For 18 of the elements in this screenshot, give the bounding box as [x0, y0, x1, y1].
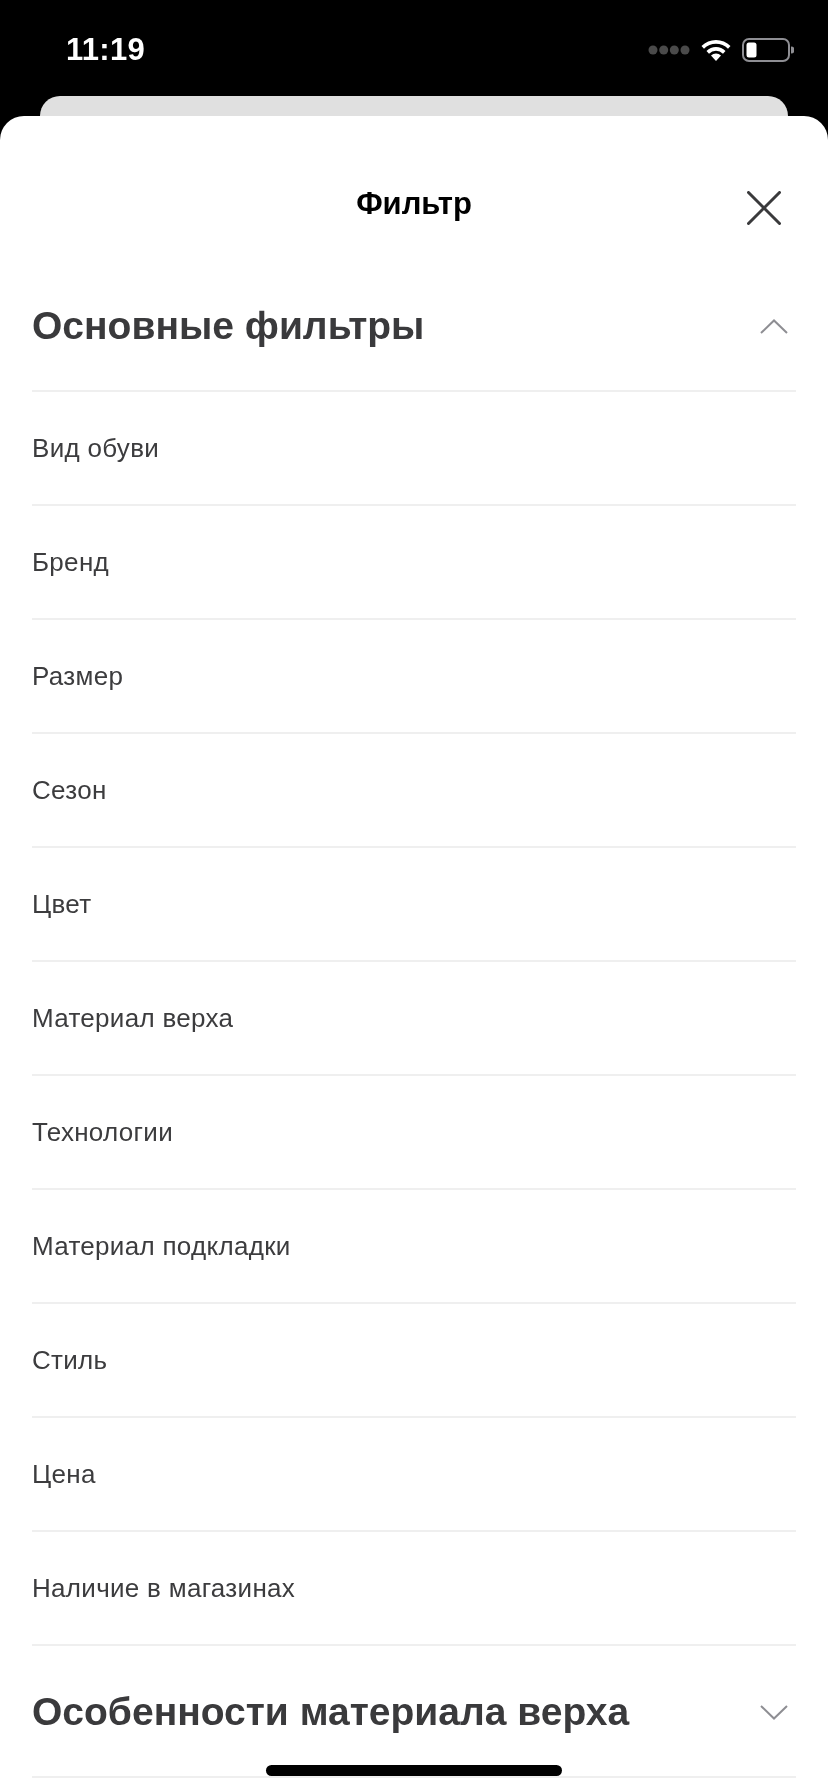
filter-option[interactable]: Размер: [32, 620, 796, 734]
sheet-title: Фильтр: [356, 185, 472, 223]
close-icon: [747, 191, 781, 225]
filter-option[interactable]: Бренд: [32, 506, 796, 620]
filter-option[interactable]: Материал подкладки: [32, 1190, 796, 1304]
signal-icon: [648, 45, 690, 55]
filter-option[interactable]: Вид обуви: [32, 392, 796, 506]
filter-option[interactable]: Стиль: [32, 1304, 796, 1418]
filter-option[interactable]: Материал верха: [32, 962, 796, 1076]
battery-icon: [742, 38, 794, 62]
filter-option[interactable]: Наличие в магазинах: [32, 1532, 796, 1646]
status-time: 11:19: [66, 31, 146, 69]
filter-option[interactable]: Сезон: [32, 734, 796, 848]
wifi-icon: [700, 38, 732, 62]
section-header[interactable]: Основные фильтры: [32, 292, 796, 392]
filter-option[interactable]: Цвет: [32, 848, 796, 962]
filter-option[interactable]: Цена: [32, 1418, 796, 1532]
filter-option[interactable]: Технологии: [32, 1076, 796, 1190]
